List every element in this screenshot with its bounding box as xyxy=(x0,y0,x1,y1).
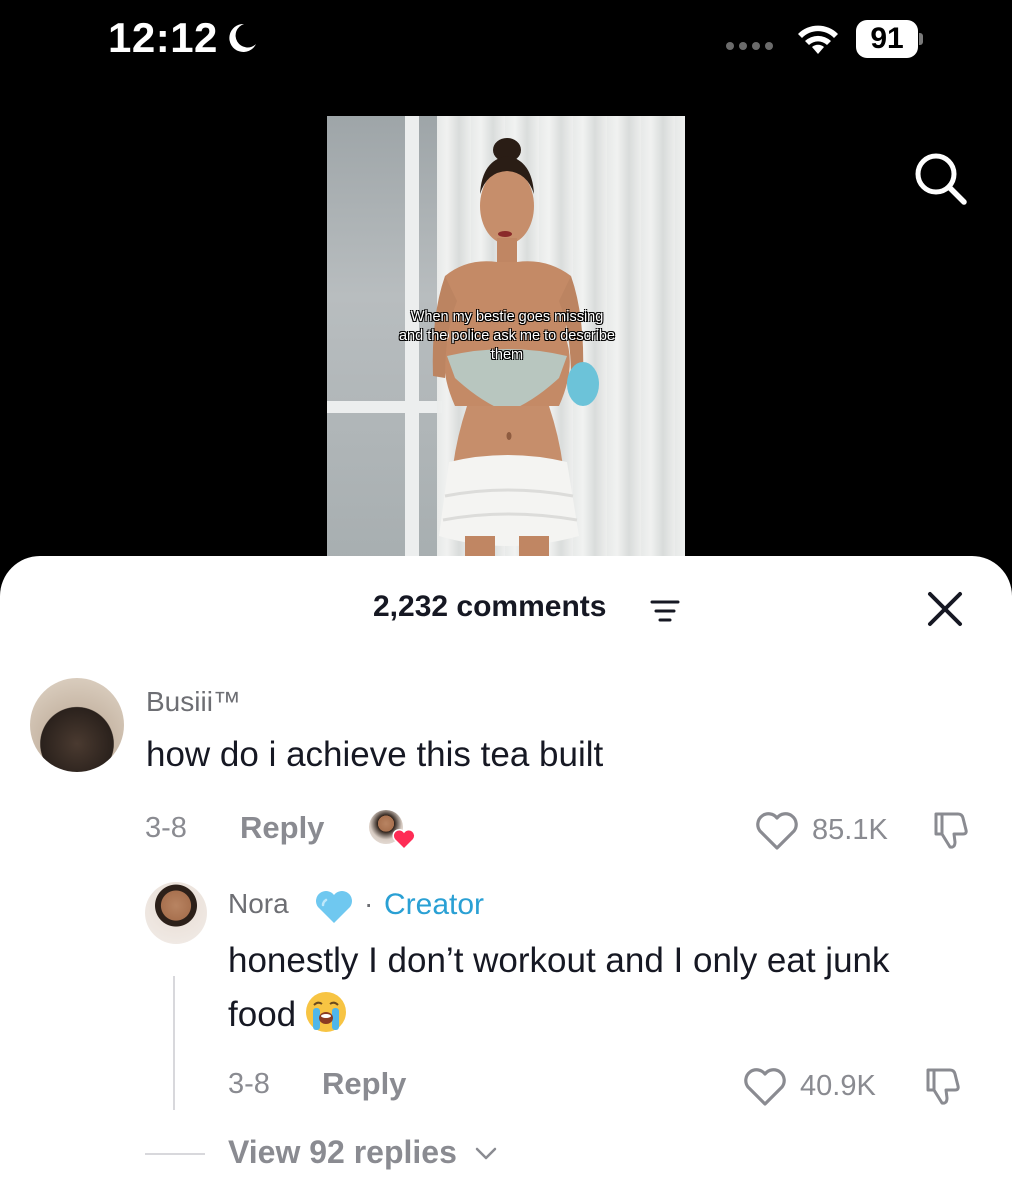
comment-count: 2,232 comments xyxy=(373,590,607,623)
reply-text: honestly I don’t workout and I only eat … xyxy=(228,934,948,1042)
comments-sheet: 2,232 comments Busiii™ how do i achieve … xyxy=(0,556,1012,1200)
like-count: 85.1K xyxy=(812,814,888,846)
battery-level: 91 xyxy=(856,20,918,58)
battery-indicator: 91 xyxy=(856,20,923,58)
signal-dots-icon xyxy=(726,42,773,50)
loudly-crying-face-icon xyxy=(306,992,347,1032)
avatar[interactable] xyxy=(30,678,124,772)
like-count: 40.9K xyxy=(800,1070,876,1102)
creator-badge: Creator xyxy=(384,888,485,921)
view-replies-button[interactable]: View 92 replies xyxy=(228,1134,457,1171)
reply-date: 3-8 xyxy=(228,1068,270,1100)
search-icon[interactable] xyxy=(912,150,968,206)
comment-date: 3-8 xyxy=(145,812,187,844)
comment-text: how do i achieve this tea built xyxy=(146,735,604,774)
thumbs-down-icon[interactable] xyxy=(928,806,974,852)
status-time: 12:12 xyxy=(108,14,218,61)
chevron-down-icon[interactable] xyxy=(474,1146,498,1162)
reply-button[interactable]: Reply xyxy=(240,810,324,846)
thumbs-down-icon[interactable] xyxy=(920,1062,966,1108)
reply-button[interactable]: Reply xyxy=(322,1066,406,1102)
moon-icon xyxy=(229,23,256,52)
thread-line xyxy=(173,976,175,1110)
avatar[interactable] xyxy=(145,882,207,944)
comment-username[interactable]: Busiii™ xyxy=(146,686,241,718)
reply-username[interactable]: Nora xyxy=(228,888,289,920)
comments-header: 2,232 comments xyxy=(0,586,1012,632)
video-preview[interactable]: When my bestie goes missing and the poli… xyxy=(327,116,685,566)
status-bar: 12:12 91 xyxy=(0,0,1012,80)
like-heart-icon[interactable] xyxy=(754,810,800,852)
view-replies-divider xyxy=(145,1153,205,1155)
creator-separator: · xyxy=(364,888,374,919)
wifi-icon xyxy=(798,25,838,54)
like-heart-icon[interactable] xyxy=(742,1066,788,1108)
sort-icon[interactable] xyxy=(650,598,680,624)
heart-icon xyxy=(392,828,416,850)
close-icon[interactable] xyxy=(926,590,964,628)
blue-heart-icon xyxy=(316,891,352,923)
video-caption: When my bestie goes missing and the poli… xyxy=(398,309,615,363)
